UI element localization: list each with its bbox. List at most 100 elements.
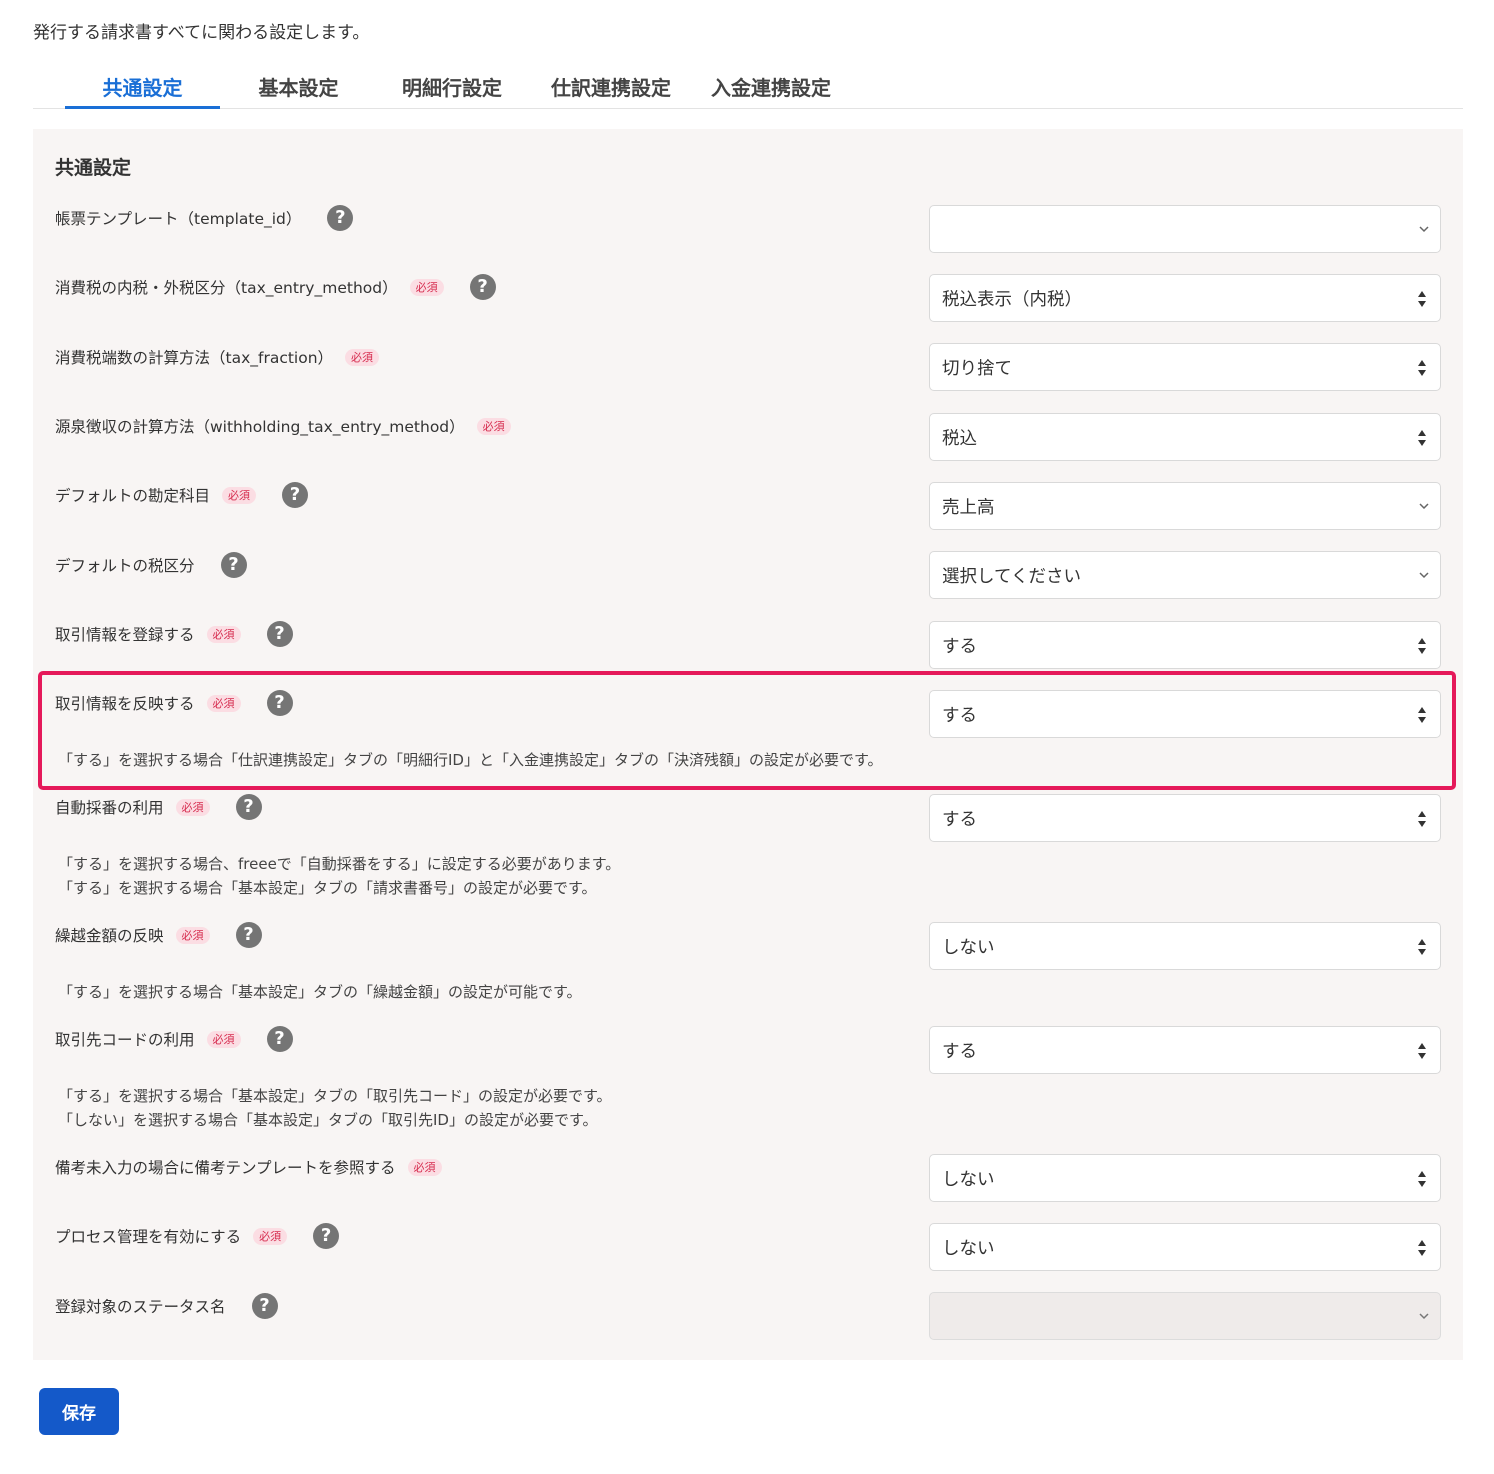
required-badge: 必須 bbox=[253, 1227, 288, 1245]
select-value: 売上高 bbox=[942, 497, 995, 518]
field-label-register-transaction: 取引情報を登録する 必須 ? bbox=[55, 619, 293, 649]
field-label-carryover: 繰越金額の反映 必須 ? bbox=[55, 920, 262, 950]
sort-arrows-icon bbox=[1416, 427, 1428, 449]
select-tax-entry-method[interactable]: 税込表示（内税） bbox=[929, 274, 1441, 322]
sort-arrows-icon bbox=[1416, 704, 1428, 726]
field-label-default-account: デフォルトの勘定科目 必須 ? bbox=[55, 480, 309, 510]
field-note-line: 「する」を選択する場合「基本設定」タブの「取引先コード」の設定が必要です。 bbox=[58, 1087, 612, 1105]
help-icon[interactable]: ? bbox=[469, 274, 496, 300]
select-remarks-template[interactable]: しない bbox=[929, 1154, 1441, 1202]
field-note: 「する」を選択する場合「仕訳連携設定」タブの「明細行ID」と「入金連携設定」タブ… bbox=[58, 751, 883, 769]
help-icon[interactable]: ? bbox=[266, 621, 293, 647]
help-icon[interactable]: ? bbox=[266, 1026, 293, 1052]
select-default-tax-category[interactable]: 選択してください bbox=[929, 551, 1441, 599]
field-label-text: 消費税の内税・外税区分（tax_entry_method） bbox=[55, 279, 398, 297]
select-process-management[interactable]: しない bbox=[929, 1223, 1441, 1271]
field-label-partner-code: 取引先コードの利用 必須 ? bbox=[55, 1024, 293, 1054]
select-value: する bbox=[942, 705, 977, 726]
tab-common-settings[interactable]: 共通設定 bbox=[65, 72, 220, 109]
field-label-status-name: 登録対象のステータス名 ? bbox=[55, 1291, 278, 1321]
select-tax-fraction[interactable]: 切り捨て bbox=[929, 343, 1441, 391]
chevron-down-icon bbox=[1419, 1313, 1429, 1320]
required-badge: 必須 bbox=[409, 278, 444, 296]
select-register-transaction[interactable]: する bbox=[929, 621, 1441, 669]
select-value: する bbox=[942, 809, 977, 830]
help-icon[interactable]: ? bbox=[235, 794, 262, 820]
field-label-tax-entry-method: 消費税の内税・外税区分（tax_entry_method） 必須 ? bbox=[55, 272, 496, 302]
chevron-down-icon bbox=[1419, 572, 1429, 579]
select-reflect-transaction[interactable]: する bbox=[929, 690, 1441, 738]
field-label-process-management: プロセス管理を有効にする 必須 ? bbox=[55, 1221, 340, 1251]
field-note: 「する」を選択する場合、freeeで「自動採番をする」に設定する必要があります。… bbox=[58, 852, 620, 900]
sort-arrows-icon bbox=[1416, 936, 1428, 958]
sort-arrows-icon bbox=[1416, 357, 1428, 379]
save-button[interactable]: 保存 bbox=[39, 1388, 119, 1435]
select-auto-numbering[interactable]: する bbox=[929, 794, 1441, 842]
help-icon[interactable]: ? bbox=[282, 482, 309, 508]
select-partner-code[interactable]: する bbox=[929, 1026, 1441, 1074]
settings-tabs: 共通設定 基本設定 明細行設定 仕訳連携設定 入金連携設定 bbox=[33, 64, 1463, 109]
help-icon[interactable]: ? bbox=[313, 1223, 340, 1249]
field-label-text: 自動採番の利用 bbox=[55, 799, 164, 817]
field-note-line: 「する」を選択する場合「基本設定」タブの「請求書番号」の設定が必要です。 bbox=[58, 879, 597, 897]
field-label-text: 繰越金額の反映 bbox=[55, 927, 164, 945]
select-value: する bbox=[942, 636, 977, 657]
field-note: 「する」を選択する場合「基本設定」タブの「取引先コード」の設定が必要です。 「し… bbox=[58, 1084, 612, 1132]
required-badge: 必須 bbox=[206, 694, 241, 712]
help-icon[interactable]: ? bbox=[220, 552, 247, 578]
field-label-default-tax-category: デフォルトの税区分 ? bbox=[55, 550, 247, 580]
required-badge: 必須 bbox=[206, 625, 241, 643]
tab-journal-settings[interactable]: 仕訳連携設定 bbox=[536, 72, 686, 109]
field-label-text: 源泉徴収の計算方法（withholding_tax_entry_method） bbox=[55, 418, 465, 436]
field-note-line: 「する」を選択する場合、freeeで「自動採番をする」に設定する必要があります。 bbox=[58, 855, 621, 873]
help-icon[interactable]: ? bbox=[235, 922, 262, 948]
select-carryover[interactable]: しない bbox=[929, 922, 1441, 970]
panel-title: 共通設定 bbox=[55, 157, 132, 179]
select-value: しない bbox=[942, 1238, 995, 1259]
field-label-template-id: 帳票テンプレート（template_id） ? bbox=[55, 203, 354, 233]
sort-arrows-icon bbox=[1416, 808, 1428, 830]
sort-arrows-icon bbox=[1416, 635, 1428, 657]
chevron-down-icon bbox=[1419, 503, 1429, 510]
field-label-text: 登録対象のステータス名 bbox=[55, 1298, 226, 1316]
field-label-text: 取引情報を反映する bbox=[55, 695, 195, 713]
help-icon[interactable]: ? bbox=[327, 205, 354, 231]
help-icon[interactable]: ? bbox=[251, 1293, 278, 1319]
field-label-text: デフォルトの税区分 bbox=[55, 557, 195, 575]
select-default-account[interactable]: 売上高 bbox=[929, 482, 1441, 530]
field-label-tax-fraction: 消費税端数の計算方法（tax_fraction） 必須 bbox=[55, 342, 380, 372]
select-value: 税込表示（内税） bbox=[942, 289, 1082, 310]
select-value: 切り捨て bbox=[942, 358, 1012, 379]
field-label-text: 帳票テンプレート（template_id） bbox=[55, 210, 302, 228]
tab-payment-settings[interactable]: 入金連携設定 bbox=[696, 72, 846, 109]
select-status-name[interactable] bbox=[929, 1292, 1441, 1340]
field-label-auto-numbering: 自動採番の利用 必須 ? bbox=[55, 792, 262, 822]
tab-line-item-settings[interactable]: 明細行設定 bbox=[376, 72, 528, 109]
field-label-text: 備考未入力の場合に備考テンプレートを参照する bbox=[55, 1159, 396, 1177]
select-value: しない bbox=[942, 937, 995, 958]
sort-arrows-icon bbox=[1416, 288, 1428, 310]
chevron-down-icon bbox=[1419, 226, 1429, 233]
field-label-text: デフォルトの勘定科目 bbox=[55, 487, 211, 505]
page-intro: 発行する請求書すべてに関わる設定します。 bbox=[33, 23, 370, 43]
select-withholding-tax[interactable]: 税込 bbox=[929, 413, 1441, 461]
required-badge: 必須 bbox=[206, 1030, 241, 1048]
sort-arrows-icon bbox=[1416, 1040, 1428, 1062]
select-value: 選択してください bbox=[942, 566, 1081, 587]
field-label-text: 取引情報を登録する bbox=[55, 626, 195, 644]
select-value: しない bbox=[942, 1169, 995, 1190]
select-template-id[interactable] bbox=[929, 205, 1441, 253]
required-badge: 必須 bbox=[175, 926, 210, 944]
help-icon[interactable]: ? bbox=[266, 690, 293, 716]
field-label-remarks-template: 備考未入力の場合に備考テンプレートを参照する 必須 bbox=[55, 1152, 442, 1182]
field-label-text: プロセス管理を有効にする bbox=[55, 1228, 242, 1246]
field-label-reflect-transaction: 取引情報を反映する 必須 ? bbox=[55, 688, 293, 718]
select-value: する bbox=[942, 1041, 977, 1062]
required-badge: 必須 bbox=[476, 417, 511, 435]
field-note-line: 「しない」を選択する場合「基本設定」タブの「取引先ID」の設定が必要です。 bbox=[58, 1111, 598, 1129]
tab-basic-settings[interactable]: 基本設定 bbox=[221, 72, 376, 109]
select-value: 税込 bbox=[942, 428, 977, 449]
required-badge: 必須 bbox=[345, 348, 380, 366]
field-note: 「する」を選択する場合「基本設定」タブの「繰越金額」の設定が可能です。 bbox=[58, 983, 582, 1001]
required-badge: 必須 bbox=[222, 486, 257, 504]
